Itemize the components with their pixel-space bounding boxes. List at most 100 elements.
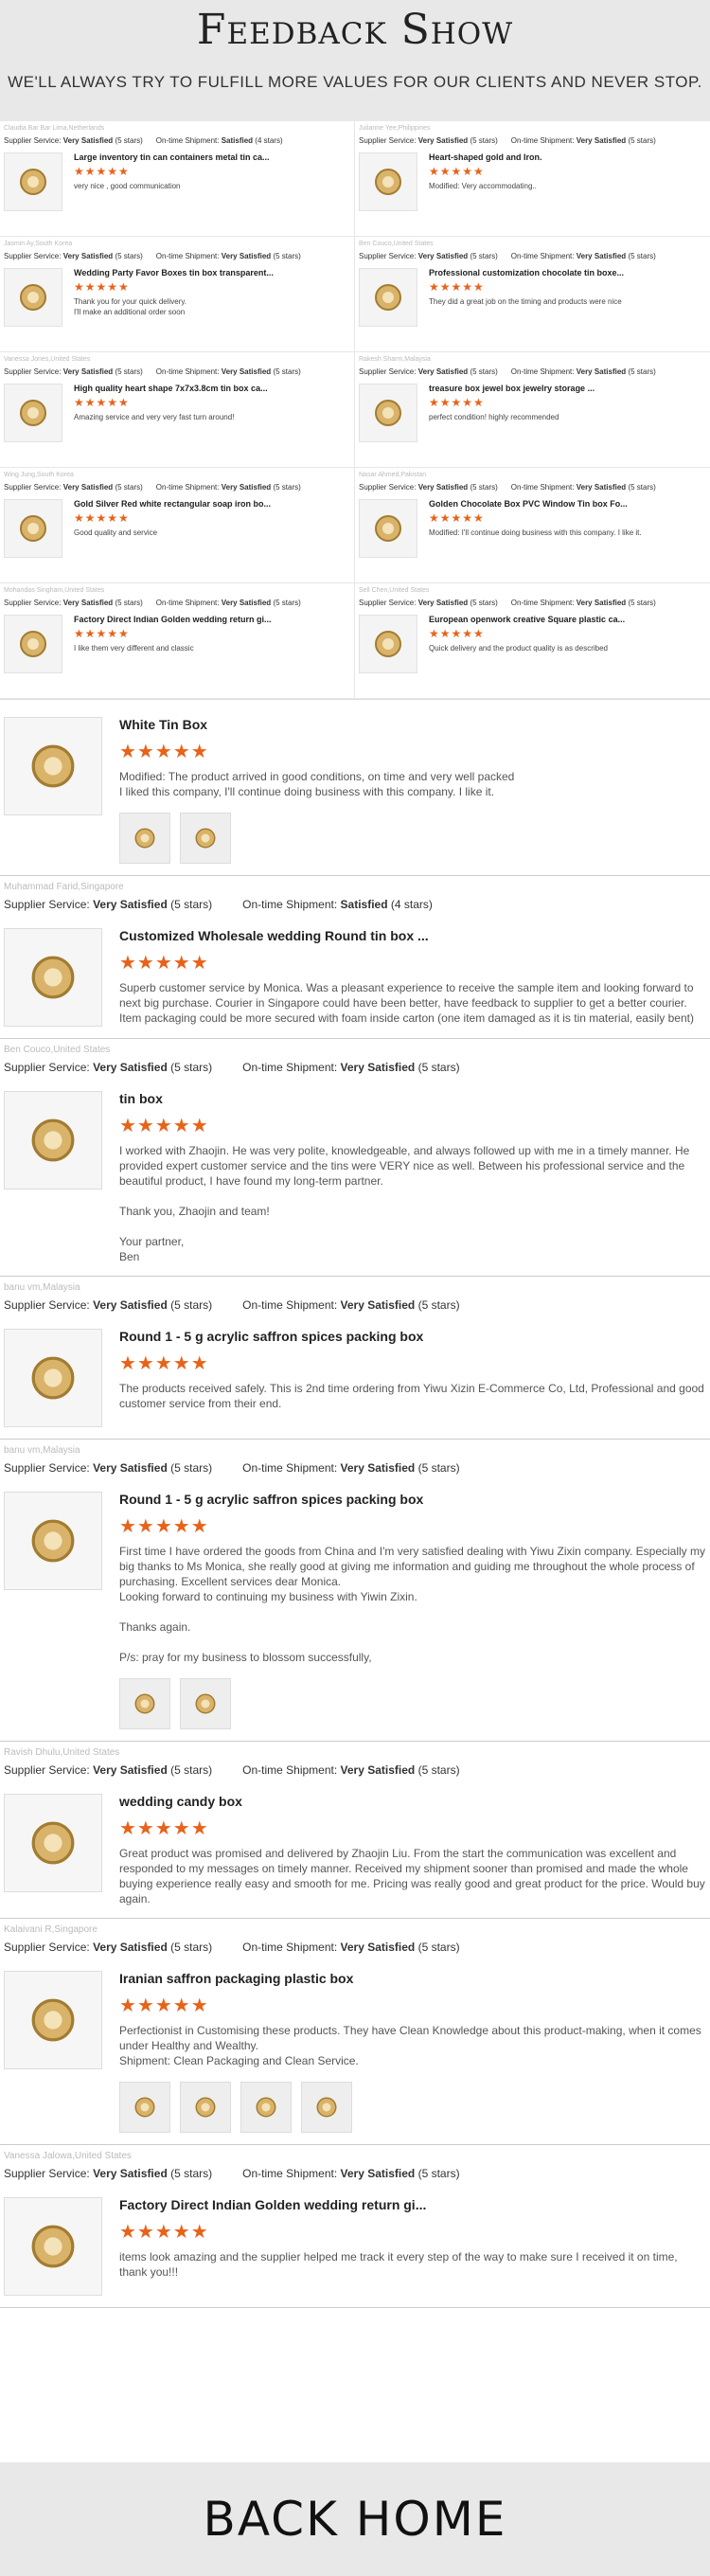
review-card: Vanessa Jalowa,United States Supplier Ser… (0, 2151, 710, 2308)
rating-row: Supplier Service: Very Satisfied (5 star… (359, 599, 706, 607)
iranian-photo-2[interactable] (180, 2082, 231, 2133)
product-title[interactable]: Golden Chocolate Box PVC Window Tin box … (429, 499, 642, 509)
feedback-card[interactable]: Mohandas Singham,United States Supplier S… (0, 583, 355, 699)
product-title[interactable]: European openwork creative Square plasti… (429, 615, 625, 624)
iranian-photo-4[interactable] (301, 2082, 352, 2133)
heart-boxes-icon[interactable] (4, 384, 62, 442)
square-tin-icon[interactable] (4, 1091, 102, 1190)
product-title[interactable]: tin box (119, 1091, 706, 1106)
buyer-name: Rakesh Sharm,Malaysia (359, 356, 431, 363)
feedback-card[interactable]: Julianne Yee,Philippines Supplier Service… (355, 121, 710, 237)
feedback-text: Perfectionist in Customising these produ… (119, 2024, 701, 2067)
review-card: Kalaivani R,Singapore Supplier Service: V… (0, 1924, 710, 2145)
back-home-label: BACK HOME (203, 2492, 507, 2547)
feedback-card[interactable]: Wing Jung,South Korea Supplier Service: V… (0, 468, 355, 583)
feedback-text: Superb customer service by Monica. Was a… (119, 981, 694, 1025)
page-subtitle: WE'LL ALWAYS TRY TO FULFILL MORE VALUES … (8, 73, 702, 91)
product-title[interactable]: Heart-shaped gold and Iron. (429, 152, 542, 162)
on-time-shipment: On-time Shipment: Very Satisfied (5 star… (155, 599, 301, 607)
iranian-photo-3[interactable] (240, 2082, 292, 2133)
supplier-service: Supplier Service: Very Satisfied (5 star… (4, 1941, 213, 1954)
buyer-name: Ben Couco,United States (359, 241, 434, 247)
feedback-card[interactable]: Vanessa Jones,United States Supplier Serv… (0, 352, 355, 468)
feedback-text: Good quality and service (74, 528, 158, 537)
supplier-service: Supplier Service: Very Satisfied (5 star… (359, 483, 498, 492)
gold-chocolate-photo[interactable] (119, 813, 170, 864)
on-time-shipment: On-time Shipment: Very Satisfied (5 star… (155, 483, 301, 492)
on-time-shipment: On-time Shipment: Very Satisfied (5 star… (510, 252, 656, 260)
product-title[interactable]: Large inventory tin can containers metal… (74, 152, 270, 162)
buyer-name: Muhammad Farid,Singapore (4, 882, 124, 892)
page-header: Feedback Show WE'LL ALWAYS TRY TO FULFIL… (0, 0, 710, 121)
review-card: White Tin Box ★★★★★ Modified: The product … (0, 717, 710, 876)
star-rating: ★★★★★ (119, 1995, 209, 2016)
supplier-service: Supplier Service: Very Satisfied (5 star… (4, 1763, 213, 1777)
supplier-service: Supplier Service: Very Satisfied (5 star… (4, 898, 213, 911)
product-title[interactable]: Round 1 - 5 g acrylic saffron spices pac… (119, 1492, 706, 1507)
product-title[interactable]: Wedding Party Favor Boxes tin box transp… (74, 268, 274, 277)
red-chocolate-photo[interactable] (180, 813, 231, 864)
iranian-photo-1[interactable] (119, 2082, 170, 2133)
white-tin-box-icon[interactable] (4, 717, 102, 815)
kraft-box-icon[interactable] (359, 384, 417, 442)
blue-round-tin-icon[interactable] (4, 928, 102, 1027)
buyer-name: Ravish Dhulu,United States (4, 1747, 120, 1758)
feedback-text: perfect condition! highly recommended (429, 413, 559, 421)
star-rating: ★★★★★ (429, 165, 485, 178)
rating-row: Supplier Service: Very Satisfied (5 star… (4, 136, 350, 145)
product-title[interactable]: White Tin Box (119, 717, 706, 732)
feedback-card[interactable]: Nasar Ahmed,Pakistan Supplier Service: Ve… (355, 468, 710, 583)
pink-tin-icon[interactable] (4, 152, 62, 211)
review-list: White Tin Box ★★★★★ Modified: The product … (0, 717, 710, 2308)
buyer-name: Julianne Yee,Philippines (359, 125, 431, 132)
saffron-photo-2[interactable] (180, 1678, 231, 1729)
rating-row: Supplier Service: Very Satisfied (5 star… (4, 1298, 706, 1312)
feedback-card[interactable]: Claudia Bar Bar Lima,Netherlands Supplier… (0, 121, 355, 237)
product-title[interactable]: Customized Wholesale wedding Round tin b… (119, 928, 706, 943)
feedback-card[interactable]: Jasmin Ay,South Korea Supplier Service: V… (0, 237, 355, 352)
saffron-photo-1[interactable] (119, 1678, 170, 1729)
product-title[interactable]: wedding candy box (119, 1794, 706, 1809)
buyer-name: Claudia Bar Bar Lima,Netherlands (4, 125, 105, 132)
feedback-text: I like them very different and classic (74, 644, 194, 653)
supplier-service: Supplier Service: Very Satisfied (5 star… (4, 367, 143, 376)
product-title[interactable]: Iranian saffron packaging plastic box (119, 1971, 706, 1986)
product-title[interactable]: Professional customization chocolate tin… (429, 268, 624, 277)
review-card: banu vm,Malaysia Supplier Service: Very S… (0, 1282, 710, 1440)
feedback-text: They did a great job on the timing and p… (429, 297, 622, 306)
product-title[interactable]: treasure box jewel box jewelry storage .… (429, 384, 595, 393)
rating-row: Supplier Service: Very Satisfied (5 star… (359, 136, 706, 145)
gold-window-tin-icon[interactable] (359, 499, 417, 558)
feedback-card[interactable]: Sell Chen,United States Supplier Service:… (355, 583, 710, 699)
review-photos (119, 1678, 706, 1729)
product-title[interactable]: Factory Direct Indian Golden wedding ret… (74, 615, 272, 624)
on-time-shipment: On-time Shipment: Very Satisfied (5 star… (510, 483, 656, 492)
favor-box-icon[interactable] (4, 268, 62, 327)
review-card: Ben Couco,United States Supplier Service:… (0, 1045, 710, 1277)
star-rating: ★★★★★ (74, 627, 130, 640)
feedback-text: Modified: Very accommodating.. (429, 182, 537, 190)
on-time-shipment: On-time Shipment: Very Satisfied (5 star… (242, 1061, 460, 1074)
soap-tins-icon[interactable] (4, 499, 62, 558)
product-title[interactable]: Round 1 - 5 g acrylic saffron spices pac… (119, 1329, 706, 1344)
supplier-service: Supplier Service: Very Satisfied (5 star… (4, 136, 143, 145)
purple-box-icon[interactable] (4, 1971, 102, 2069)
rating-row: Supplier Service: Very Satisfied (5 star… (4, 367, 350, 376)
back-home-button[interactable]: BACK HOME (0, 2462, 710, 2576)
product-title[interactable]: Factory Direct Indian Golden wedding ret… (119, 2197, 706, 2212)
product-title[interactable]: High quality heart shape 7x7x3.8cm tin b… (74, 384, 268, 393)
saffron-box-icon[interactable] (4, 1492, 102, 1590)
star-rating: ★★★★★ (119, 1353, 209, 1374)
product-title[interactable]: Gold Silver Red white rectangular soap i… (74, 499, 271, 509)
candy-box-icon[interactable] (4, 1794, 102, 1892)
buyer-name: banu vm,Malaysia (4, 1282, 80, 1293)
round-tin-icon[interactable] (359, 268, 417, 327)
heart-tin-icon[interactable] (359, 152, 417, 211)
golden-box-icon[interactable] (4, 2197, 102, 2296)
feedback-card[interactable]: Rakesh Sharm,Malaysia Supplier Service: V… (355, 352, 710, 468)
feedback-text: Thank you for your quick delivery. I'll … (74, 297, 187, 316)
openwork-box-icon[interactable] (359, 615, 417, 673)
saffron-box-icon[interactable] (4, 1329, 102, 1427)
golden-box-icon[interactable] (4, 615, 62, 673)
feedback-card[interactable]: Ben Couco,United States Supplier Service:… (355, 237, 710, 352)
